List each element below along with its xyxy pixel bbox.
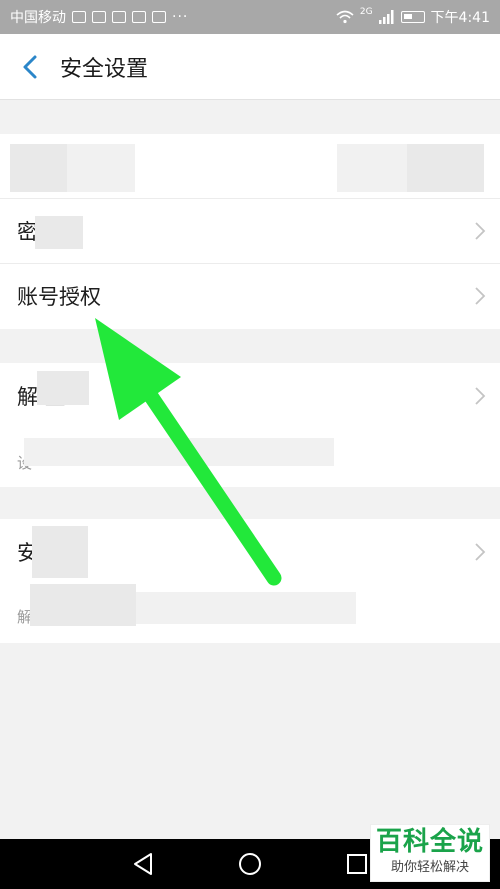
annotation-arrow — [95, 318, 282, 586]
watermark-title: 百科全说 — [375, 827, 484, 857]
watermark-logo: 百科全说 助你轻松解决 — [370, 824, 490, 882]
nav-recents-icon[interactable] — [346, 853, 368, 875]
nav-back-icon[interactable] — [132, 852, 154, 876]
nav-home-icon[interactable] — [238, 852, 262, 876]
watermark-subtitle: 助你轻松解决 — [390, 860, 469, 875]
